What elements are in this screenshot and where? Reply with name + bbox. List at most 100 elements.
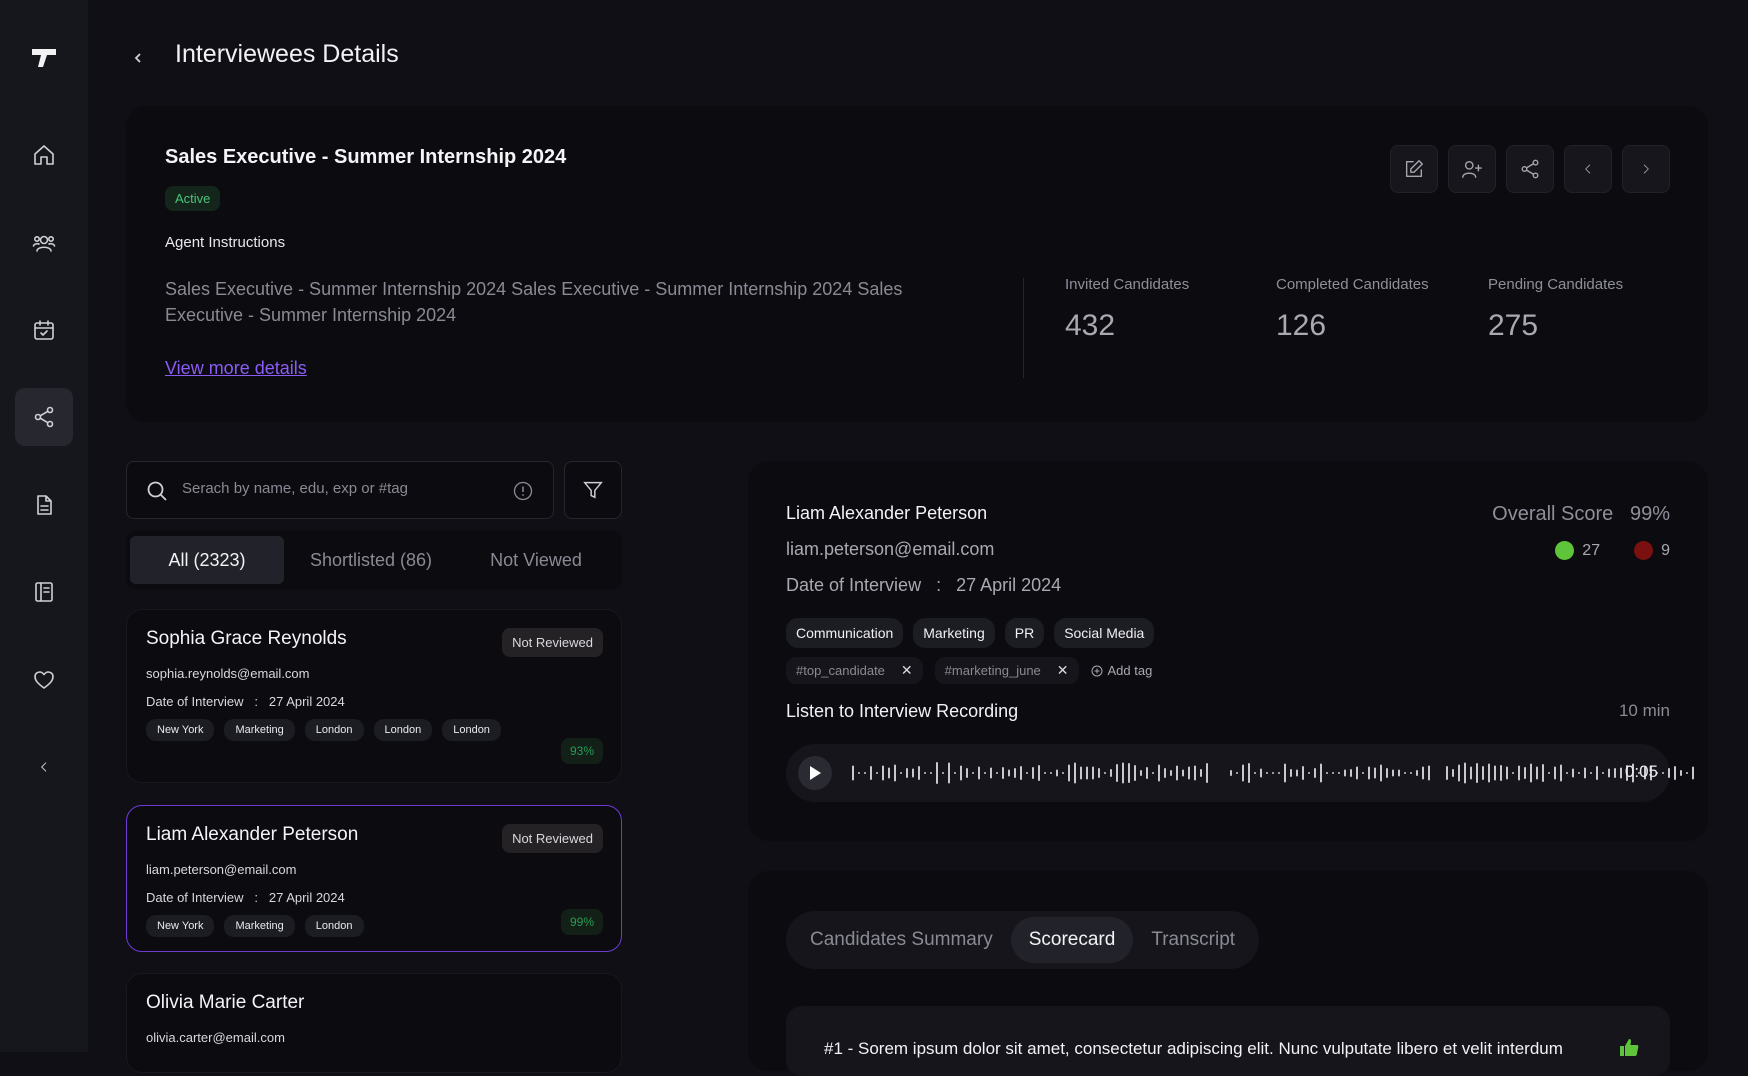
waveform-bar xyxy=(942,772,944,774)
waveform-bar xyxy=(1152,772,1154,774)
stat-label: Invited Candidates xyxy=(1065,276,1190,293)
waveform-bar xyxy=(1164,768,1166,778)
waveform-bar xyxy=(1452,769,1454,777)
candidate-email: liam.peterson@email.com xyxy=(146,862,297,877)
candidate-card[interactable]: Olivia Marie Carter olivia.carter@email.… xyxy=(126,973,622,1073)
stat-invited: Invited Candidates 432 xyxy=(1065,276,1189,343)
next-button[interactable] xyxy=(1622,145,1670,193)
nav-calendar[interactable] xyxy=(15,301,73,359)
tag-chip: London xyxy=(304,719,364,741)
previous-button[interactable] xyxy=(1564,145,1612,193)
waveform-bar xyxy=(1614,768,1616,778)
waveform-bar xyxy=(1200,769,1202,777)
candidate-tags: New York Marketing London xyxy=(146,915,506,937)
skill-chip: Marketing xyxy=(913,618,995,648)
waveform-bar xyxy=(1044,772,1046,774)
remove-tag-icon[interactable]: ✕ xyxy=(1057,662,1069,679)
waveform-bar xyxy=(1230,770,1232,776)
waveform-bar xyxy=(972,772,974,774)
job-title: Sales Executive - Summer Internship 2024 xyxy=(165,146,567,168)
waveform-bar xyxy=(1620,767,1622,779)
nav-favorites[interactable] xyxy=(15,651,73,709)
nav-users[interactable] xyxy=(15,214,73,272)
share-button[interactable] xyxy=(1506,145,1554,193)
waveform-bar xyxy=(1032,767,1034,779)
heart-icon xyxy=(34,671,54,689)
waveform-bar xyxy=(1578,772,1580,774)
tab-transcript[interactable]: Transcript xyxy=(1133,917,1253,963)
waveform-bar xyxy=(1002,767,1004,779)
nav-documents[interactable] xyxy=(15,476,73,534)
status-badge: Active xyxy=(165,186,221,211)
waveform-bar xyxy=(1188,766,1190,780)
review-status-badge: Not Reviewed xyxy=(502,628,603,657)
negative-count: 9 xyxy=(1661,541,1670,559)
candidate-card-selected[interactable]: Liam Alexander Peterson Not Reviewed lia… xyxy=(126,805,622,952)
info-icon[interactable] xyxy=(513,481,533,501)
add-tag-button[interactable]: Add tag xyxy=(1091,663,1152,678)
tab-scorecard[interactable]: Scorecard xyxy=(1010,917,1134,963)
tab-not-viewed[interactable]: Not Viewed xyxy=(458,536,614,584)
tab-all[interactable]: All (2323) xyxy=(130,536,284,584)
waveform-bar xyxy=(888,767,890,779)
waveform-bar xyxy=(1470,766,1472,780)
waveform-bar xyxy=(1482,766,1484,780)
stat-value: 126 xyxy=(1276,309,1327,342)
waveform-bar xyxy=(1362,772,1364,774)
remove-tag-icon[interactable]: ✕ xyxy=(901,662,913,679)
review-status-badge: Not Reviewed xyxy=(502,824,603,853)
waveform-bar xyxy=(1590,772,1592,774)
waveform-bar xyxy=(1314,768,1316,778)
hashtag-chip: #marketing_june ✕ xyxy=(934,657,1079,684)
add-user-button[interactable] xyxy=(1448,145,1496,193)
back-button[interactable] xyxy=(128,46,148,70)
nav-home[interactable] xyxy=(15,126,73,184)
play-button[interactable] xyxy=(798,756,832,790)
chevron-left-icon xyxy=(134,53,141,63)
skill-chip: Communication xyxy=(786,618,904,648)
waveform-bar xyxy=(1566,772,1568,774)
filter-button[interactable] xyxy=(564,461,622,519)
waveform-bar xyxy=(858,772,860,774)
search-input[interactable] xyxy=(182,480,502,497)
waveform-bar xyxy=(1206,763,1208,783)
edit-button[interactable] xyxy=(1390,145,1438,193)
stat-pending: Pending Candidates 275 xyxy=(1488,276,1623,343)
waveform-bar xyxy=(1350,769,1352,777)
scorecard-panel: Candidates Summary Scorecard Transcript … xyxy=(748,871,1708,1076)
hashtag-label: #marketing_june xyxy=(944,663,1041,678)
job-summary-card: Sales Executive - Summer Internship 2024… xyxy=(126,106,1708,422)
thumbs-up-icon[interactable] xyxy=(1618,1036,1640,1058)
negative-dot-icon xyxy=(1634,541,1654,560)
waveform[interactable] xyxy=(850,754,1700,792)
waveform-bar xyxy=(1596,766,1598,780)
waveform-bar xyxy=(1194,765,1196,781)
waveform-bar xyxy=(1008,769,1010,777)
page-title: Interviewees Details xyxy=(175,40,399,68)
waveform-bar xyxy=(1530,763,1532,783)
tab-candidates-summary[interactable]: Candidates Summary xyxy=(792,917,1011,963)
waveform-bar xyxy=(1536,766,1538,780)
waveform-bar xyxy=(1134,765,1136,781)
waveform-bar xyxy=(1446,766,1448,780)
sidebar-collapse-button[interactable] xyxy=(15,738,73,796)
waveform-bar xyxy=(1602,772,1604,774)
candidate-card[interactable]: Sophia Grace Reynolds Not Reviewed sophi… xyxy=(126,609,622,783)
waveform-bar xyxy=(1062,772,1064,774)
waveform-bar xyxy=(1158,764,1160,782)
question-text: #1 - Sorem ipsum dolor sit amet, consect… xyxy=(824,1039,1563,1058)
skill-chips: Communication Marketing PR Social Media xyxy=(786,618,1155,648)
waveform-bar xyxy=(882,765,884,781)
waveform-bar xyxy=(1380,764,1382,782)
tab-shortlisted[interactable]: Shortlisted (86) xyxy=(284,536,458,584)
waveform-bar xyxy=(894,764,896,782)
waveform-bar xyxy=(1428,765,1430,781)
view-more-details-link[interactable]: View more details xyxy=(165,358,307,379)
nav-book[interactable] xyxy=(15,563,73,621)
waveform-bar xyxy=(1182,769,1184,777)
tag-chip: London xyxy=(373,719,433,741)
waveform-bar xyxy=(1662,772,1664,774)
nav-share[interactable] xyxy=(15,388,73,446)
detail-name: Liam Alexander Peterson xyxy=(786,503,988,523)
candidate-email: olivia.carter@email.com xyxy=(146,1030,285,1045)
